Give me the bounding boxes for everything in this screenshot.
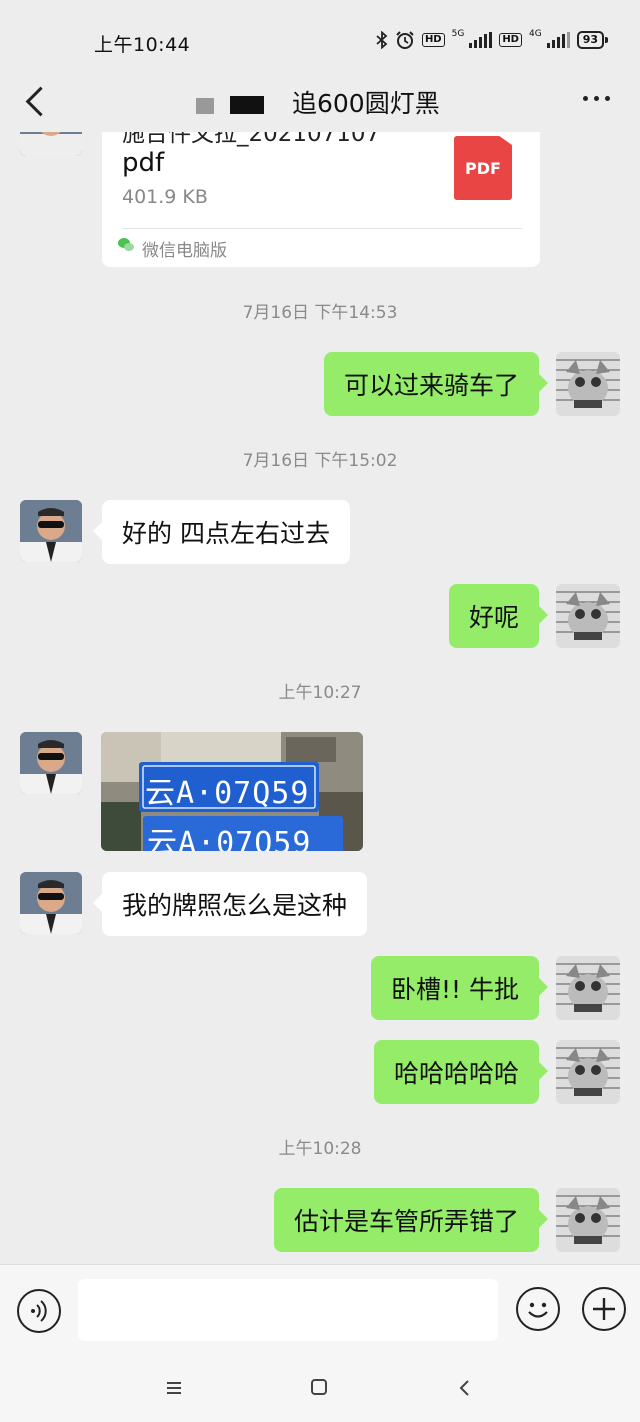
contact-avatar[interactable]	[20, 132, 82, 156]
back-arrow-icon[interactable]	[22, 84, 52, 118]
timestamp: 7月16日 下午14:53	[242, 303, 398, 323]
contact-avatar[interactable]	[20, 872, 82, 934]
chat-header: 追600圆灯黑	[0, 70, 640, 132]
self-avatar[interactable]	[556, 584, 620, 648]
signal-5g-icon	[469, 32, 493, 48]
hd-badge-1: HD	[421, 33, 445, 47]
license-plate-text: 云A·07Q59	[145, 776, 310, 811]
wechat-pc-icon	[118, 238, 136, 253]
file-message[interactable]: 施台件文拉_202107107 pdf 401.9 KB PDF 微信电脑版	[102, 132, 540, 267]
battery-icon: 93	[576, 31, 609, 49]
system-back-icon[interactable]	[455, 1378, 475, 1398]
file-source: 微信电脑版	[142, 241, 227, 261]
recent-apps-icon[interactable]	[164, 1378, 184, 1398]
file-name: 施台件文拉_202107107	[122, 132, 381, 147]
file-size: 401.9 KB	[122, 186, 208, 208]
message-input[interactable]	[78, 1279, 498, 1341]
self-avatar[interactable]	[556, 352, 620, 416]
pdf-file-icon: PDF	[454, 136, 512, 200]
home-icon[interactable]	[310, 1378, 328, 1396]
message-bubble-sent[interactable]: 估计是车管所弄错了	[273, 1188, 549, 1252]
alarm-icon	[396, 31, 414, 49]
self-avatar[interactable]	[556, 1040, 620, 1104]
network-5g-label: 5G	[451, 29, 465, 39]
hd-badge-2: HD	[499, 33, 522, 47]
signal-4g-icon	[546, 32, 570, 48]
timestamp: 上午10:27	[278, 683, 362, 703]
status-icons: HD 5G HD 4G 93	[376, 29, 609, 50]
chat-title: 追600圆灯黑	[292, 89, 440, 118]
image-message[interactable]: 云A·07Q59 云A·07Q59	[101, 732, 363, 851]
contact-avatar[interactable]	[20, 732, 82, 794]
status-time: 上午10:44	[94, 34, 191, 56]
divider	[122, 228, 522, 229]
message-bubble-sent[interactable]: 好呢	[448, 584, 549, 648]
redacted-block	[230, 96, 264, 114]
emoji-icon[interactable]	[516, 1287, 560, 1331]
voice-input-icon[interactable]	[17, 1289, 61, 1333]
redacted-block	[196, 98, 214, 114]
timestamp: 上午10:28	[278, 1139, 362, 1159]
contact-avatar[interactable]	[20, 500, 82, 562]
add-attachment-icon[interactable]	[582, 1287, 626, 1331]
message-bubble-received[interactable]: 我的牌照怎么是这种	[92, 872, 368, 936]
chat-messages[interactable]: 施台件文拉_202107107 pdf 401.9 KB PDF 微信电脑版 7…	[0, 132, 640, 1262]
license-plate-text: 云A·07Q59	[147, 826, 312, 851]
system-nav-bar	[0, 1356, 640, 1422]
message-bubble-sent[interactable]: 可以过来骑车了	[323, 352, 549, 416]
message-bubble-received[interactable]: 好的 四点左右过去	[93, 500, 350, 564]
file-extension: pdf	[122, 148, 165, 178]
bluetooth-icon	[376, 31, 388, 49]
timestamp: 7月16日 下午15:02	[242, 451, 398, 471]
message-bubble-sent[interactable]: 卧槽!! 牛批	[371, 956, 548, 1020]
input-bar	[0, 1264, 640, 1357]
network-4g-label: 4G	[528, 29, 542, 39]
more-options-icon[interactable]	[583, 96, 610, 101]
self-avatar[interactable]	[556, 956, 620, 1020]
message-bubble-sent[interactable]: 哈哈哈哈哈	[373, 1040, 549, 1104]
self-avatar[interactable]	[556, 1188, 620, 1252]
